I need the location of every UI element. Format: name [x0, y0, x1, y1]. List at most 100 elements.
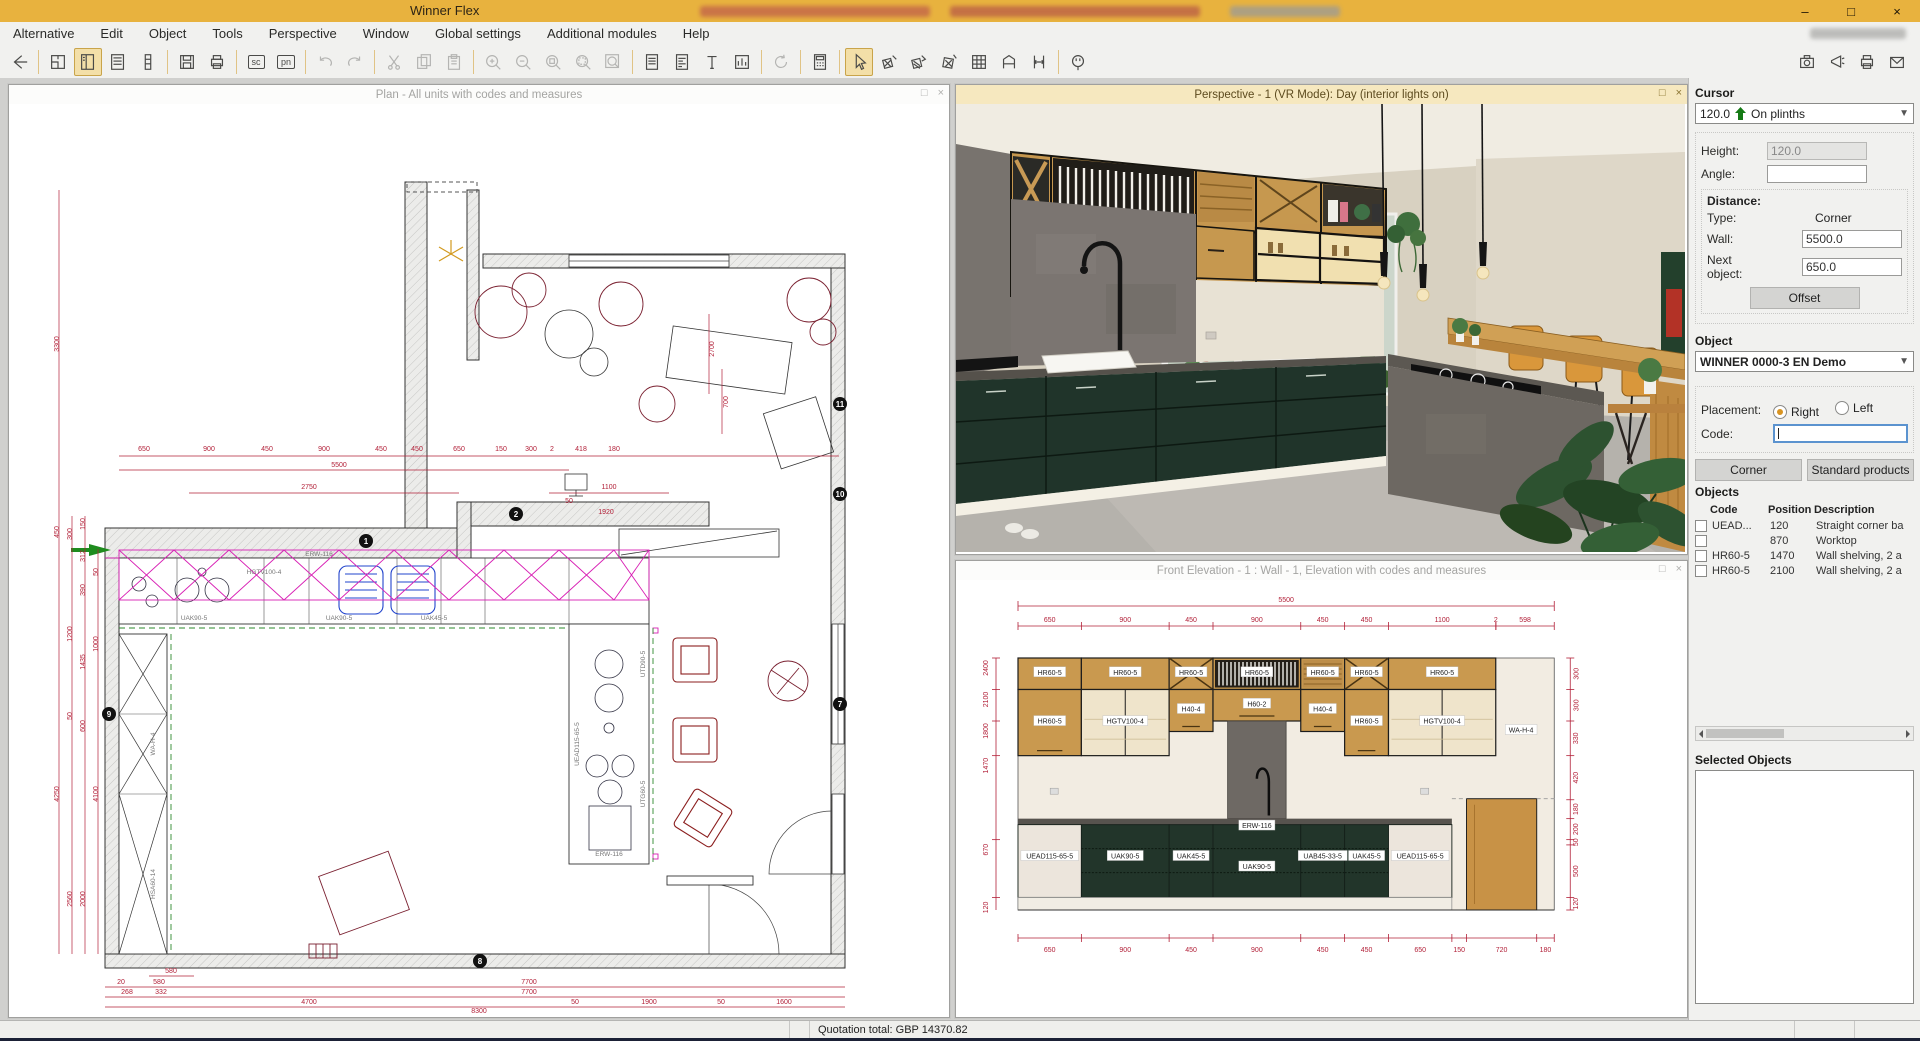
next-object-field[interactable] — [1802, 258, 1902, 276]
row-checkbox[interactable] — [1695, 535, 1707, 547]
tool-mail[interactable] — [1883, 48, 1911, 76]
dim-label: 5500 — [1278, 597, 1294, 604]
menu-object[interactable]: Object — [136, 22, 200, 46]
tool-panel-view[interactable] — [74, 48, 102, 76]
column-header-position[interactable]: Position — [1768, 504, 1814, 516]
table-row[interactable]: HR60-52100Wall shelving, 2 a — [1695, 563, 1914, 578]
row-checkbox[interactable] — [1695, 550, 1707, 562]
menu-window[interactable]: Window — [350, 22, 422, 46]
scroll-left-icon[interactable] — [1699, 730, 1703, 738]
tool-back[interactable] — [5, 48, 33, 76]
scroll-thumb[interactable] — [1706, 729, 1784, 738]
tool-refresh[interactable] — [767, 48, 795, 76]
tool-tall-unit[interactable] — [134, 48, 162, 76]
code-input[interactable] — [1773, 424, 1908, 443]
tool-fitting-c[interactable] — [935, 48, 963, 76]
tool-zoom-object[interactable] — [539, 48, 567, 76]
tool-pn-text[interactable]: pn — [272, 48, 300, 76]
tool-megaphone[interactable] — [1823, 48, 1851, 76]
tool-fitting-a[interactable] — [875, 48, 903, 76]
tool-printer2[interactable] — [1853, 48, 1881, 76]
elevation-close-icon[interactable]: × — [1676, 563, 1682, 575]
placement-radio-left[interactable]: Left — [1835, 401, 1873, 415]
perspective-maximize-icon[interactable]: □ — [1659, 87, 1666, 99]
menu-tools[interactable]: Tools — [199, 22, 255, 46]
menu-edit[interactable]: Edit — [87, 22, 135, 46]
cabinet-code-label: UAK45-5 — [1352, 854, 1381, 861]
elevation-window-titlebar[interactable]: Front Elevation - 1 : Wall - 1, Elevatio… — [956, 561, 1687, 581]
standard-products-button[interactable]: Standard products — [1807, 459, 1914, 481]
placement-radio-right[interactable]: Right — [1773, 405, 1819, 419]
tool-sc-text[interactable]: sc — [242, 48, 270, 76]
tool-floor-plan[interactable] — [44, 48, 72, 76]
offset-button[interactable]: Offset — [1750, 287, 1860, 309]
tool-fitting-b[interactable] — [905, 48, 933, 76]
tool-list-view[interactable] — [104, 48, 132, 76]
tool-zoom-in[interactable] — [479, 48, 507, 76]
menu-alternative[interactable]: Alternative — [0, 22, 87, 46]
dim-label: 580 — [165, 968, 177, 975]
tool-cut[interactable] — [380, 48, 408, 76]
close-button[interactable]: × — [1874, 0, 1920, 22]
corner-button[interactable]: Corner — [1695, 459, 1802, 481]
table-row[interactable]: UEAD...120Straight corner ba — [1695, 518, 1914, 533]
selected-objects-list[interactable] — [1695, 770, 1914, 1004]
dim-label: 7700 — [521, 979, 537, 986]
cabinet-code-label: UAK45-5 — [1177, 854, 1206, 861]
tool-zoom-region[interactable] — [569, 48, 597, 76]
plan-close-icon[interactable]: × — [938, 87, 944, 99]
tool-redo[interactable] — [341, 48, 369, 76]
tool-zoom-all[interactable] — [599, 48, 627, 76]
minimize-button[interactable]: – — [1782, 0, 1828, 22]
angle-field[interactable] — [1767, 165, 1867, 183]
perspective-window-titlebar[interactable]: Perspective - 1 (VR Mode): Day (interior… — [956, 85, 1687, 105]
tool-grid[interactable] — [965, 48, 993, 76]
perspective-viewport[interactable] — [956, 104, 1687, 554]
tool-save[interactable] — [173, 48, 201, 76]
column-header-code[interactable]: Code — [1710, 504, 1768, 516]
row-checkbox[interactable] — [1695, 520, 1707, 532]
row-checkbox[interactable] — [1695, 565, 1707, 577]
cursor-position-dropdown[interactable]: 120.0 On plinths ▼ — [1695, 103, 1914, 124]
elevation-canvas[interactable]: HR60-5HR60-5HR60-5HR60-5HR60-5HR60-5HR60… — [956, 580, 1687, 1017]
maximize-button[interactable]: □ — [1828, 0, 1874, 22]
tool-camera[interactable] — [1793, 48, 1821, 76]
plan-maximize-icon[interactable]: □ — [921, 87, 928, 99]
tool-print[interactable] — [203, 48, 231, 76]
catalogue-dropdown[interactable]: WINNER 0000-3 EN Demo ▼ — [1695, 351, 1914, 372]
menu-perspective[interactable]: Perspective — [256, 22, 350, 46]
menu-global-settings[interactable]: Global settings — [422, 22, 534, 46]
elevation-maximize-icon[interactable]: □ — [1659, 563, 1666, 575]
tool-report[interactable] — [638, 48, 666, 76]
dim-label: UTD90-5 — [640, 650, 647, 677]
height-field[interactable] — [1767, 142, 1867, 160]
table-row[interactable]: 870Worktop — [1695, 533, 1914, 548]
dim-label: 200 — [1573, 823, 1580, 835]
tool-wall-view[interactable] — [995, 48, 1023, 76]
tool-report-alt[interactable] — [668, 48, 696, 76]
column-header-description[interactable]: Description — [1814, 504, 1914, 516]
tool-paste[interactable] — [440, 48, 468, 76]
tool-measure[interactable] — [1025, 48, 1053, 76]
tool-undo[interactable] — [311, 48, 339, 76]
tool-zoom-out[interactable] — [509, 48, 537, 76]
perspective-close-icon[interactable]: × — [1676, 87, 1682, 99]
tool-text-tool[interactable] — [698, 48, 726, 76]
scroll-right-icon[interactable] — [1906, 730, 1910, 738]
table-row[interactable]: HR60-51470Wall shelving, 2 a — [1695, 548, 1914, 563]
wall-distance-field[interactable] — [1802, 230, 1902, 248]
tool-calculator[interactable] — [806, 48, 834, 76]
dim-label: 180 — [608, 446, 620, 453]
tool-copy[interactable] — [410, 48, 438, 76]
tool-plug[interactable] — [1064, 48, 1092, 76]
menu-additional-modules[interactable]: Additional modules — [534, 22, 670, 46]
plan-window-titlebar[interactable]: Plan - All units with codes and measures… — [9, 85, 949, 105]
selected-objects-label: Selected Objects — [1695, 753, 1914, 767]
tool-chart[interactable] — [728, 48, 756, 76]
cabinet-code-label: HR60-5 — [1113, 670, 1137, 677]
tool-pointer[interactable] — [845, 48, 873, 76]
plan-canvas[interactable]: 6509004509004504506501503002418180550027… — [9, 104, 949, 1017]
objects-hscrollbar[interactable] — [1695, 726, 1914, 741]
sidebar: Cursor 120.0 On plinths ▼ Height: Angle:… — [1688, 78, 1920, 1020]
menu-help[interactable]: Help — [670, 22, 723, 46]
